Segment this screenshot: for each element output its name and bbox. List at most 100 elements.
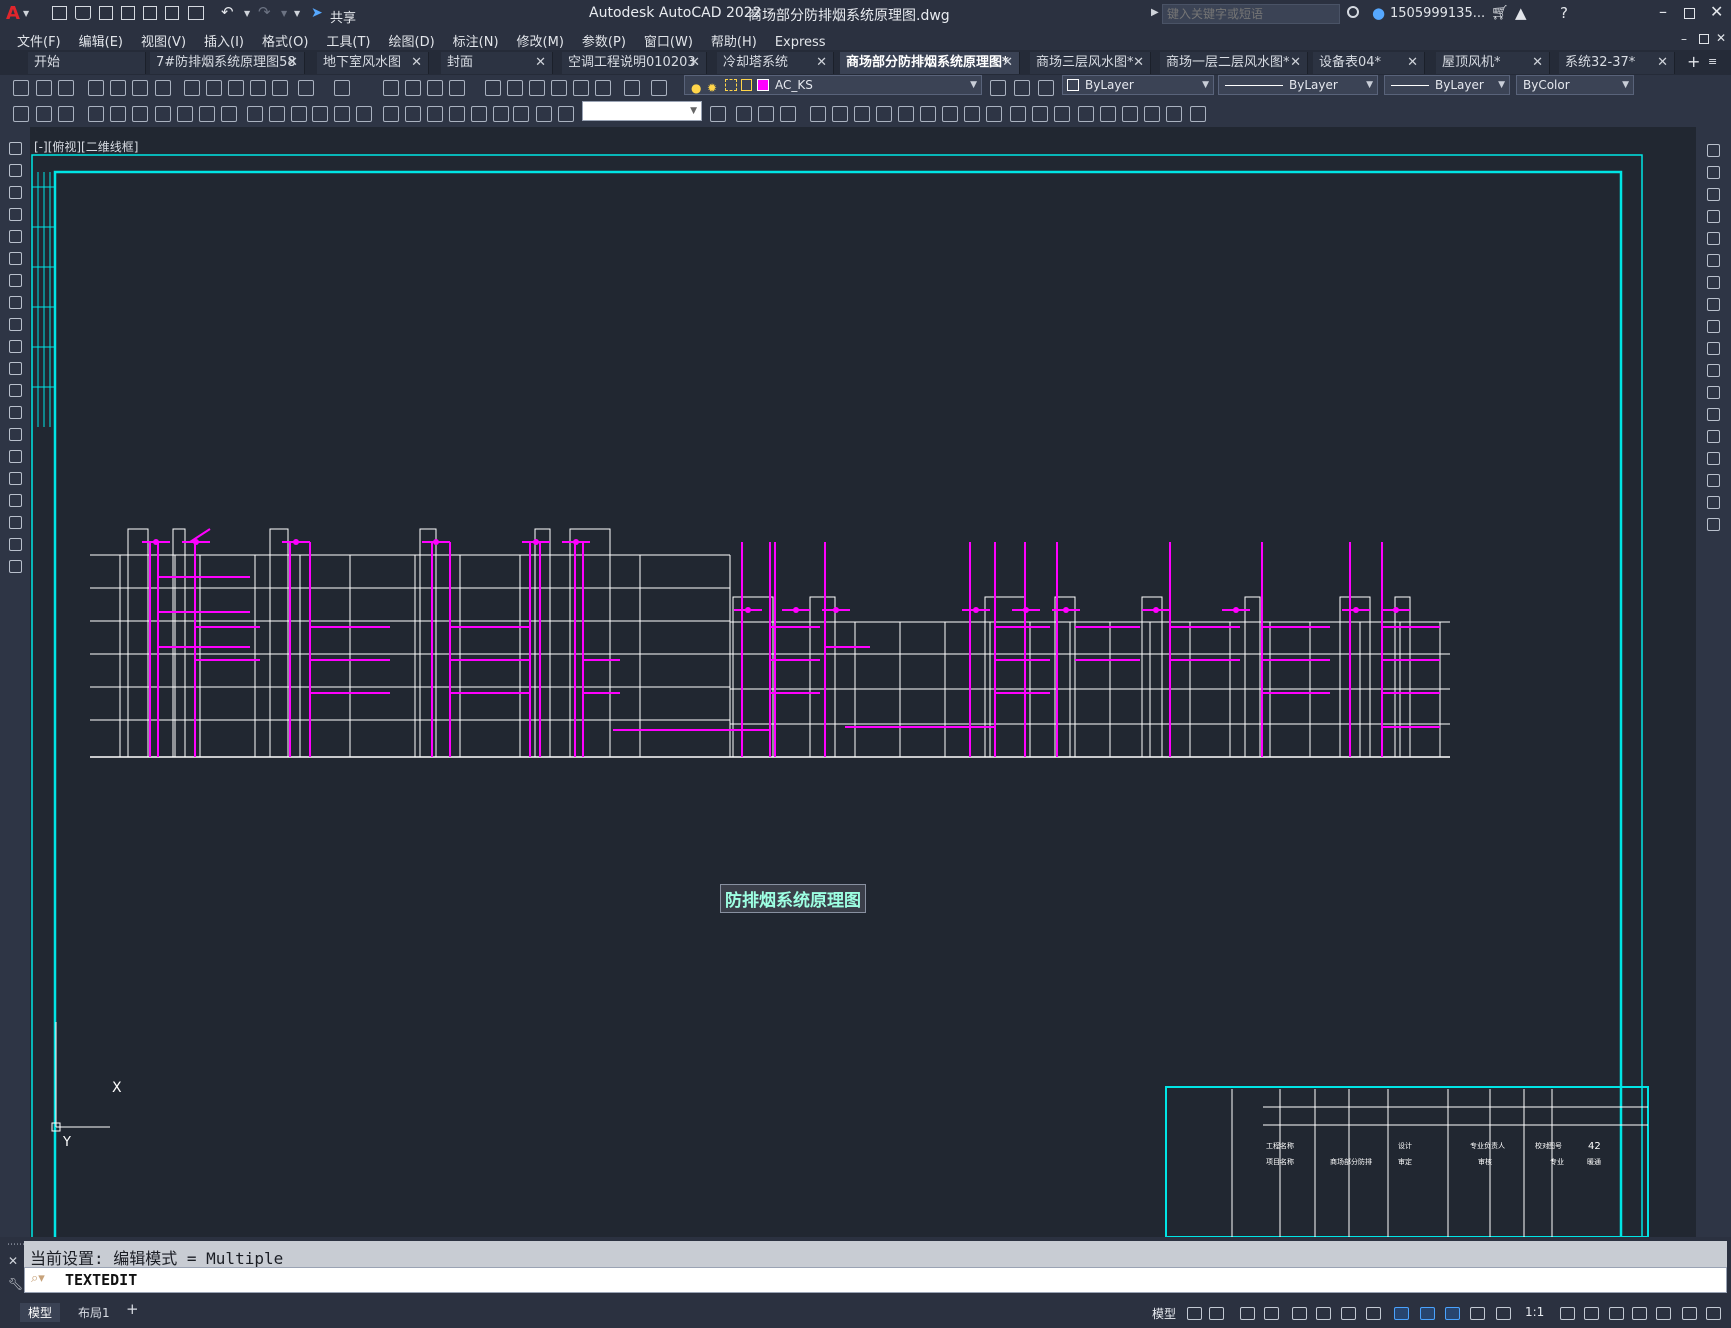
plot-preview-icon[interactable]: [110, 80, 126, 96]
toolbar-tool-icon[interactable]: [383, 106, 399, 122]
toolbar-tool-icon[interactable]: [36, 106, 52, 122]
tab-close-icon[interactable]: ✕: [1407, 52, 1418, 74]
tab-document[interactable]: 地下室风水图 ✕: [317, 52, 429, 74]
tab-document[interactable]: 系统32-37* ✕: [1559, 52, 1675, 74]
modify-tool-icon[interactable]: [1707, 144, 1720, 157]
tab-close-icon[interactable]: ✕: [1657, 52, 1668, 74]
doc-restore-icon[interactable]: [1699, 34, 1709, 44]
toolbar-tool-icon[interactable]: [110, 106, 126, 122]
save-as-icon[interactable]: [121, 6, 135, 20]
status-toggle-icon[interactable]: [1264, 1307, 1279, 1320]
toolbar-tool-icon[interactable]: [269, 106, 285, 122]
modify-tool-icon[interactable]: [1707, 320, 1720, 333]
tab-document[interactable]: 商场三层风水图* ✕: [1030, 52, 1151, 74]
new-file-icon[interactable]: [52, 6, 67, 20]
drawing-canvas[interactable]: [-][俯视][二维线框] 防排烟系统原理图 42 工程名称 项目名称 商场部分防排…: [30, 127, 1696, 1237]
close-icon[interactable]: ✕: [1710, 2, 1723, 21]
undo-icon[interactable]: ↶: [221, 3, 234, 21]
tab-document-active[interactable]: 商场部分防排烟系统原理图* ✕: [840, 52, 1020, 74]
modify-tool-icon[interactable]: [1707, 342, 1720, 355]
cart-icon[interactable]: 🛒︎: [1491, 5, 1509, 21]
modify-tool-icon[interactable]: [1707, 298, 1720, 311]
menu-item[interactable]: 标注(N): [444, 28, 508, 50]
toolbar-tool-icon[interactable]: [513, 106, 529, 122]
menu-item[interactable]: Express: [766, 32, 835, 50]
tab-document[interactable]: 空调工程说明010203 ✕: [562, 52, 707, 74]
doc-minimize-icon[interactable]: –: [1681, 32, 1687, 46]
menu-item[interactable]: 编辑(E): [70, 28, 132, 50]
tool-palettes-icon[interactable]: [529, 80, 545, 96]
draw-tool-icon[interactable]: [9, 142, 22, 155]
annotation-scale[interactable]: 1:1: [1525, 1305, 1544, 1319]
model-space-toggle[interactable]: 模型: [1152, 1305, 1176, 1322]
design-center-icon[interactable]: [507, 80, 523, 96]
open-file-icon[interactable]: [75, 6, 91, 20]
share-button[interactable]: 共享: [330, 7, 356, 26]
cut-icon[interactable]: [184, 80, 200, 96]
tab-list-icon[interactable]: ≡: [1708, 55, 1717, 68]
toolbar-tool-icon[interactable]: [88, 106, 104, 122]
tab-document[interactable]: 封面 ✕: [441, 52, 553, 74]
user-icon[interactable]: ●: [1372, 4, 1385, 22]
paste-icon[interactable]: [228, 80, 244, 96]
toolbar-tool-icon[interactable]: [1054, 106, 1070, 122]
draw-tool-icon[interactable]: [9, 208, 22, 221]
app-menu-dropdown-icon[interactable]: ▼: [23, 9, 29, 18]
toolbar-tool-icon[interactable]: [1078, 106, 1094, 122]
share-icon[interactable]: ➤: [311, 5, 323, 21]
toolbar-tool-icon[interactable]: [291, 106, 307, 122]
menu-item[interactable]: 视图(V): [132, 28, 195, 50]
tab-close-icon[interactable]: ✕: [535, 52, 546, 74]
toolbar-tool-icon[interactable]: [177, 106, 193, 122]
modify-tool-icon[interactable]: [1707, 452, 1720, 465]
zoom-window-icon[interactable]: [427, 80, 443, 96]
undo-dropdown-icon[interactable]: ▼: [244, 9, 250, 18]
modify-tool-icon[interactable]: [1707, 276, 1720, 289]
modify-tool-icon[interactable]: [1707, 518, 1720, 531]
draw-tool-icon[interactable]: [9, 164, 22, 177]
undo-icon[interactable]: [298, 80, 314, 96]
tab-document[interactable]: 冷却塔系统 ✕: [717, 52, 834, 74]
draw-tool-icon[interactable]: [9, 252, 22, 265]
draw-tool-icon[interactable]: [9, 318, 22, 331]
tab-close-icon[interactable]: ✕: [411, 52, 422, 74]
toolbar-tool-icon[interactable]: [832, 106, 848, 122]
draw-tool-icon[interactable]: [9, 186, 22, 199]
tab-close-icon[interactable]: ✕: [1290, 52, 1301, 74]
search-expand-icon[interactable]: ▶: [1151, 7, 1159, 18]
toolbar-tool-icon[interactable]: [1010, 106, 1026, 122]
status-toggle-icon[interactable]: [1632, 1307, 1647, 1320]
toolbar-tool-icon[interactable]: [449, 106, 465, 122]
app-logo[interactable]: A: [6, 3, 20, 24]
status-toggle-icon[interactable]: [1470, 1307, 1485, 1320]
toolbar-tool-icon[interactable]: [942, 106, 958, 122]
status-toggle-icon[interactable]: [1682, 1307, 1697, 1320]
draw-tool-icon[interactable]: [9, 538, 22, 551]
menu-item[interactable]: 工具(T): [317, 28, 379, 50]
status-toggle-icon[interactable]: [1609, 1307, 1624, 1320]
toolbar-tool-icon[interactable]: [986, 106, 1002, 122]
menu-item[interactable]: 帮助(H): [702, 28, 766, 50]
draw-tool-icon[interactable]: [9, 362, 22, 375]
toolbar-tool-icon[interactable]: [1032, 106, 1048, 122]
toolbar-tool-icon[interactable]: [536, 106, 552, 122]
draw-tool-icon[interactable]: [9, 560, 22, 573]
draw-tool-icon[interactable]: [9, 384, 22, 397]
status-toggle-icon[interactable]: [1209, 1307, 1224, 1320]
draw-tool-icon[interactable]: [9, 296, 22, 309]
layer-properties-icon[interactable]: [651, 80, 667, 96]
publish-icon[interactable]: [132, 80, 148, 96]
linetype-dropdown[interactable]: ByLayer ▼: [1218, 75, 1378, 95]
status-toggle-icon[interactable]: [1560, 1307, 1575, 1320]
help-icon[interactable]: [624, 80, 640, 96]
status-toggle-icon[interactable]: [1316, 1307, 1331, 1320]
status-toggle-icon[interactable]: [1292, 1307, 1307, 1320]
toolbar-tool-icon[interactable]: [920, 106, 936, 122]
modify-tool-icon[interactable]: [1707, 386, 1720, 399]
copy-icon[interactable]: [206, 80, 222, 96]
new-tab-icon[interactable]: +: [1687, 52, 1700, 71]
status-toggle-icon[interactable]: [1366, 1307, 1381, 1320]
sheet-set-icon[interactable]: [551, 80, 567, 96]
drawing-title[interactable]: 防排烟系统原理图: [720, 884, 866, 913]
toolbar-tool-icon[interactable]: [964, 106, 980, 122]
